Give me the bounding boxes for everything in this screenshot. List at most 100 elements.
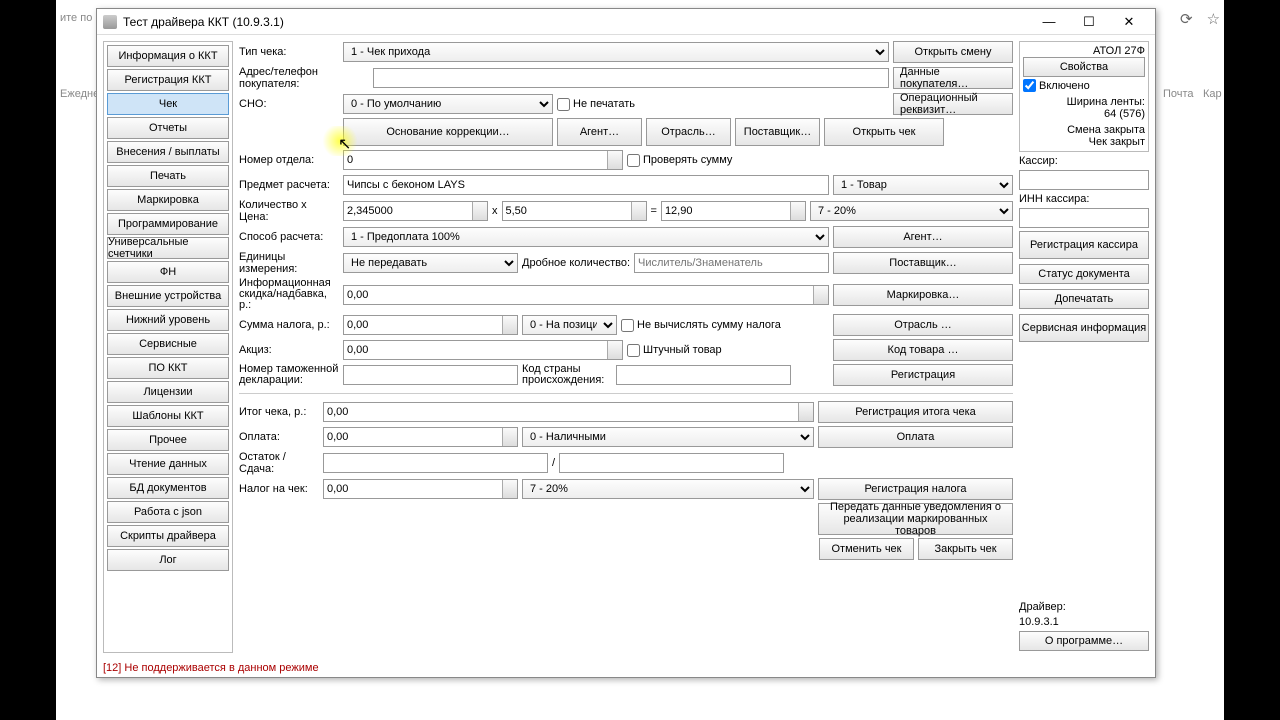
select-predmet-type[interactable]: 1 - Товар — [833, 175, 1013, 195]
open-shift-button[interactable]: Открыть смену — [893, 41, 1013, 63]
input-itog[interactable] — [323, 402, 814, 422]
chk-vklyucheno[interactable]: Включено — [1023, 79, 1145, 92]
sidebar-item-11[interactable]: Нижний уровень — [107, 309, 229, 331]
label-nalog-chek: Налог на чек: — [239, 483, 319, 495]
markirovka-button[interactable]: Маркировка… — [833, 284, 1013, 306]
input-adres[interactable] — [373, 68, 889, 88]
otrasl-button[interactable]: Отрасль… — [646, 118, 731, 146]
sidebar-item-17[interactable]: Чтение данных — [107, 453, 229, 475]
star-icon[interactable]: ☆ — [1207, 10, 1220, 28]
chk-ne-pechatat[interactable]: Не печатать — [557, 98, 635, 111]
label-akciz: Акциз: — [239, 344, 339, 356]
input-drob[interactable] — [634, 253, 829, 273]
app-window: Тест драйвера ККТ (10.9.3.1) — ☐ ✕ Инфор… — [96, 8, 1156, 678]
sidebar-item-12[interactable]: Сервисные — [107, 333, 229, 355]
close-button[interactable]: ✕ — [1109, 9, 1149, 35]
chk-shtuch[interactable]: Штучный товар — [627, 344, 722, 357]
zakryt-chek-button[interactable]: Закрыть чек — [918, 538, 1013, 560]
input-akciz[interactable] — [343, 340, 623, 360]
osnovanie-button[interactable]: Основание коррекции… — [343, 118, 553, 146]
input-summa-naloga[interactable] — [343, 315, 518, 335]
sidebar-item-19[interactable]: Работа с json — [107, 501, 229, 523]
sidebar-item-18[interactable]: БД документов — [107, 477, 229, 499]
select-nalog-chek-rate[interactable]: 7 - 20% — [522, 479, 814, 499]
input-oplata[interactable] — [323, 427, 518, 447]
sidebar-item-15[interactable]: Шаблоны ККТ — [107, 405, 229, 427]
device-name: АТОЛ 27Ф — [1023, 45, 1145, 57]
reg-naloga-button[interactable]: Регистрация налога — [818, 478, 1013, 500]
input-kod-strany[interactable] — [616, 365, 791, 385]
label-oplata: Оплата: — [239, 431, 319, 443]
label-ed-izm: Единицы измерения: — [239, 251, 339, 275]
bg-text: Кар — [1203, 88, 1222, 100]
sidebar-item-13[interactable]: ПО ККТ — [107, 357, 229, 379]
oper-rekv-button[interactable]: Операционный реквизит… — [893, 93, 1013, 115]
sidebar-item-6[interactable]: Маркировка — [107, 189, 229, 211]
oplata-button[interactable]: Оплата — [818, 426, 1013, 448]
label-kassir: Кассир: — [1019, 155, 1149, 167]
sidebar-item-3[interactable]: Отчеты — [107, 117, 229, 139]
label-adres: Адрес/телефон покупателя: — [239, 66, 369, 90]
chk-proverit-summu[interactable]: Проверять сумму — [627, 154, 732, 167]
input-nalog-chek[interactable] — [323, 479, 518, 499]
sidebar-item-4[interactable]: Внесения / выплаты — [107, 141, 229, 163]
refresh-icon[interactable]: ⟳ — [1180, 10, 1193, 28]
select-nalog-rate[interactable]: 7 - 20% — [810, 201, 1013, 221]
otmenit-chek-button[interactable]: Отменить чек — [819, 538, 914, 560]
svoistva-button[interactable]: Свойства — [1023, 57, 1145, 77]
sidebar-item-7[interactable]: Программирование — [107, 213, 229, 235]
sidebar-item-0[interactable]: Информация о ККТ — [107, 45, 229, 67]
servis-info-button[interactable]: Сервисная информация — [1019, 314, 1149, 342]
about-button[interactable]: О программе… — [1019, 631, 1149, 651]
kod-tovara-button[interactable]: Код товара … — [833, 339, 1013, 361]
sidebar-item-20[interactable]: Скрипты драйвера — [107, 525, 229, 547]
input-cena[interactable] — [502, 201, 647, 221]
input-kolvo[interactable] — [343, 201, 488, 221]
minimize-button[interactable]: — — [1029, 9, 1069, 35]
agent2-button[interactable]: Агент… — [833, 226, 1013, 248]
dopechatat-button[interactable]: Допечатать — [1019, 289, 1149, 309]
input-nomer-otdela[interactable] — [343, 150, 623, 170]
maximize-button[interactable]: ☐ — [1069, 9, 1109, 35]
reg-kassira-button[interactable]: Регистрация кассира — [1019, 231, 1149, 259]
peredat-button[interactable]: Передать данные уведомления о реализации… — [818, 503, 1013, 535]
input-kassir[interactable] — [1019, 170, 1149, 190]
buyer-data-button[interactable]: Данные покупателя… — [893, 67, 1013, 89]
registracia-button[interactable]: Регистрация — [833, 364, 1013, 386]
sidebar-item-2[interactable]: Чек — [107, 93, 229, 115]
select-nalog-pos[interactable]: 0 - На позицию — [522, 315, 617, 335]
sidebar-item-8[interactable]: Универсальные счетчики — [107, 237, 229, 259]
sidebar-item-14[interactable]: Лицензии — [107, 381, 229, 403]
select-oplata-type[interactable]: 0 - Наличными — [522, 427, 814, 447]
input-predmet[interactable] — [343, 175, 829, 195]
reg-itoga-button[interactable]: Регистрация итога чека — [818, 401, 1013, 423]
select-ed-izm[interactable]: Не передавать — [343, 253, 518, 273]
input-tamozh[interactable] — [343, 365, 518, 385]
sidebar: Информация о ККТРегистрация ККТЧекОтчеты… — [103, 41, 233, 653]
select-sno[interactable]: 0 - По умолчанию — [343, 94, 553, 114]
sidebar-item-21[interactable]: Лог — [107, 549, 229, 571]
select-sposob[interactable]: 1 - Предоплата 100% — [343, 227, 829, 247]
input-ostatok2[interactable] — [559, 453, 784, 473]
label-nomer-otdela: Номер отдела: — [239, 154, 339, 166]
sidebar-item-16[interactable]: Прочее — [107, 429, 229, 451]
postav2-button[interactable]: Поставщик… — [833, 252, 1013, 274]
input-inn[interactable] — [1019, 208, 1149, 228]
otrasl2-button[interactable]: Отрасль … — [833, 314, 1013, 336]
label-inn: ИНН кассира: — [1019, 193, 1149, 205]
input-itogo[interactable] — [661, 201, 806, 221]
chk-ne-vychislyat[interactable]: Не вычислять сумму налога — [621, 319, 781, 332]
sidebar-item-10[interactable]: Внешние устройства — [107, 285, 229, 307]
sidebar-item-1[interactable]: Регистрация ККТ — [107, 69, 229, 91]
sidebar-item-5[interactable]: Печать — [107, 165, 229, 187]
input-skidka[interactable] — [343, 285, 829, 305]
agent-button[interactable]: Агент… — [557, 118, 642, 146]
sidebar-item-9[interactable]: ФН — [107, 261, 229, 283]
open-check-button[interactable]: Открыть чек — [824, 118, 944, 146]
postavshik-button[interactable]: Поставщик… — [735, 118, 820, 146]
select-tip-cheka[interactable]: 1 - Чек прихода — [343, 42, 889, 62]
bg-text: ите по — [60, 12, 92, 24]
status-doc-button[interactable]: Статус документа — [1019, 264, 1149, 284]
input-ostatok1[interactable] — [323, 453, 548, 473]
label-kol-cena: Количество x Цена: — [239, 199, 339, 223]
